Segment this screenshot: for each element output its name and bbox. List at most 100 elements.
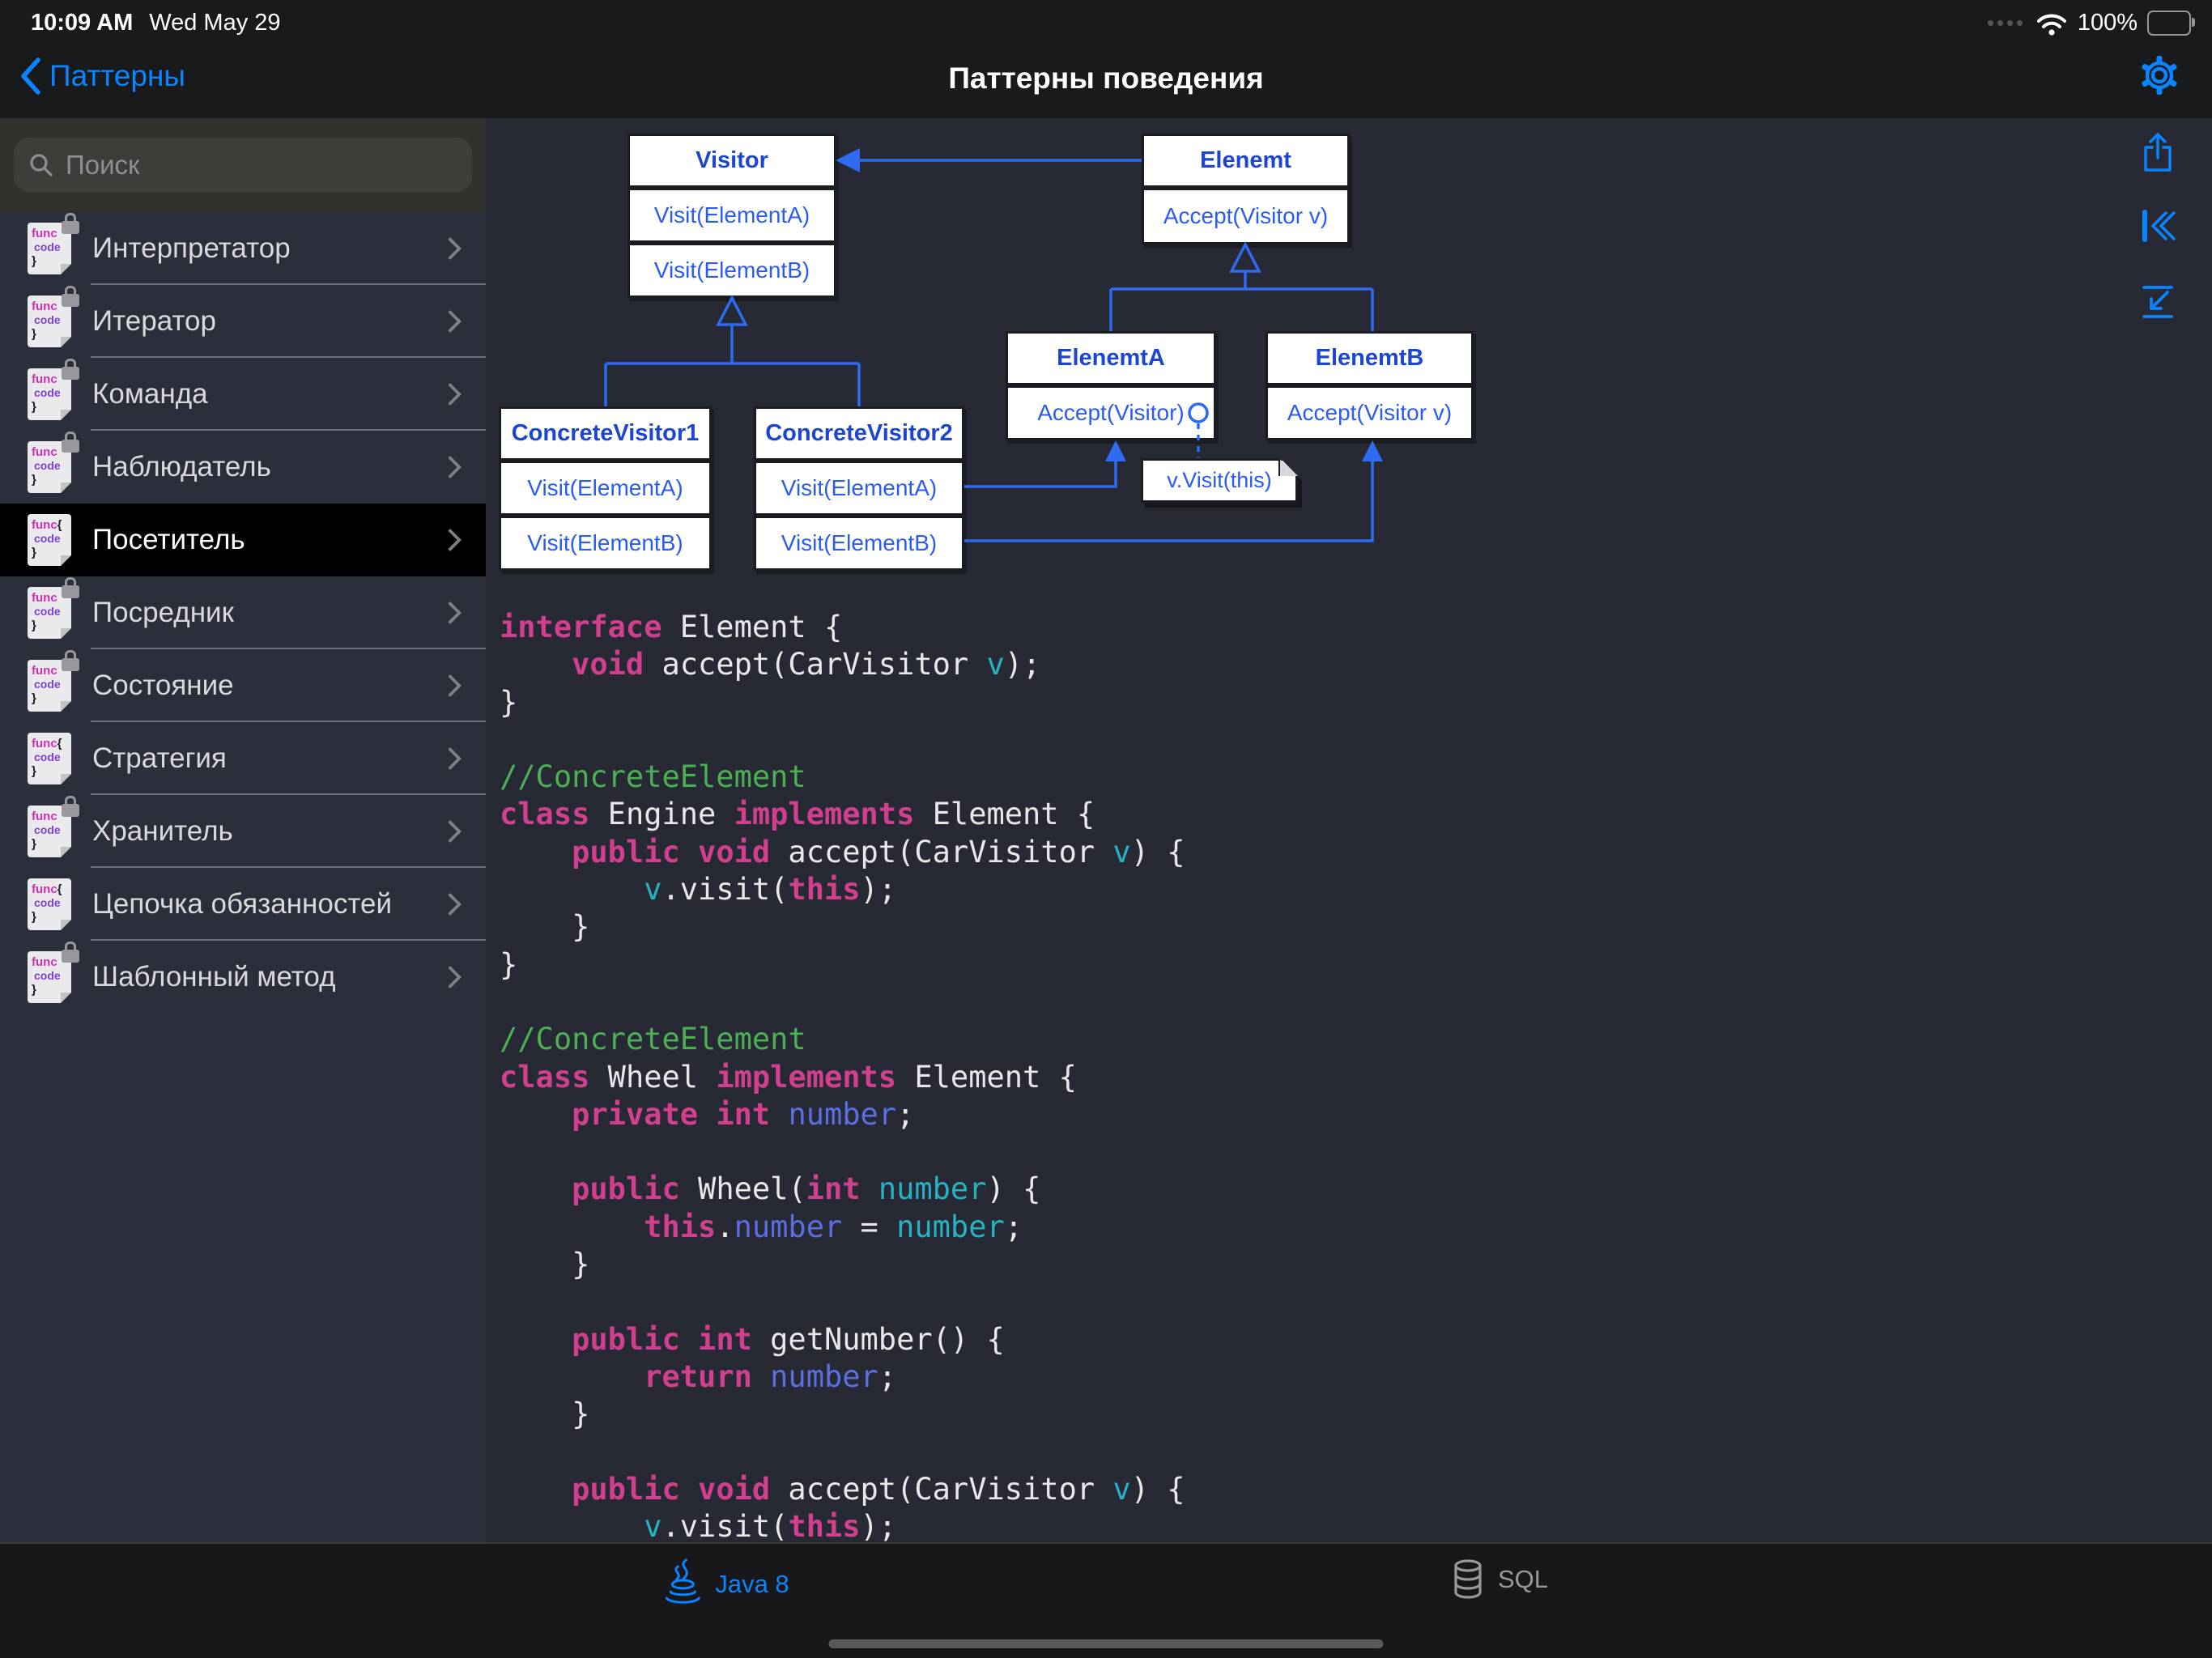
- lock-icon: [62, 650, 79, 671]
- uml-box-concretevisitor2: ConcreteVisitor2 Visit(ElementA) Visit(E…: [754, 406, 964, 571]
- search-icon: [30, 153, 53, 176]
- sidebar-item-7[interactable]: func code} Состояние: [0, 649, 486, 722]
- tab-java8[interactable]: Java 8: [663, 1558, 789, 1610]
- uml-box-method: Visit(ElementA): [499, 461, 712, 516]
- lock-icon: [62, 286, 79, 307]
- tab-label: Java 8: [715, 1570, 789, 1598]
- sidebar: Поиск func code} Интерпретатор func code} Ите…: [0, 118, 486, 1542]
- uml-box-method: Accept(Visitor v): [1142, 188, 1350, 244]
- battery-icon: [2147, 11, 2195, 36]
- back-button[interactable]: Паттерны: [19, 57, 185, 96]
- chevron-right-icon: [438, 746, 462, 771]
- sidebar-item-10[interactable]: func{code} Цепочка обязанностей: [0, 868, 486, 941]
- uml-box-title: Visitor: [627, 134, 836, 188]
- cellular-dots-icon: [1987, 20, 2023, 26]
- sql-database-icon: [1454, 1559, 1482, 1599]
- sidebar-item-label: Стратегия: [92, 742, 227, 774]
- sidebar-item-label: Состояние: [92, 670, 234, 701]
- uml-box-elementA: ElenemtA Accept(Visitor): [1006, 331, 1216, 440]
- sidebar-item-6[interactable]: func code} Посредник: [0, 576, 486, 649]
- skip-to-start-button[interactable]: [2139, 209, 2176, 248]
- uml-box-title: ConcreteVisitor2: [754, 406, 964, 461]
- uml-box-visitor: Visitor Visit(ElementA) Visit(ElementB): [627, 134, 836, 298]
- pattern-list: func code} Интерпретатор func code} Итератор f…: [0, 212, 486, 1014]
- status-time: 10:09 AM: [31, 10, 134, 36]
- uml-box-method: Visit(ElementB): [754, 516, 964, 571]
- lock-icon: [62, 796, 79, 817]
- pattern-doc-icon: func{code}: [28, 733, 71, 784]
- content-pane: Visitor Visit(ElementA) Visit(ElementB) …: [486, 118, 2212, 1542]
- tab-sql[interactable]: SQL: [1451, 1558, 1548, 1601]
- chevron-right-icon: [438, 601, 462, 625]
- tab-label: SQL: [1497, 1565, 1549, 1593]
- pattern-doc-icon: func code}: [28, 286, 79, 347]
- sidebar-item-label: Шаблонный метод: [92, 961, 336, 993]
- sidebar-item-label: Посетитель: [92, 524, 245, 555]
- sidebar-item-label: Интерпретатор: [92, 232, 291, 264]
- pattern-doc-icon: func code}: [28, 432, 79, 493]
- uml-box-method: Visit(ElementB): [627, 243, 836, 298]
- sidebar-item-8[interactable]: func{code} Стратегия: [0, 722, 486, 795]
- sidebar-item-label: Команда: [92, 378, 208, 410]
- lock-icon: [62, 942, 79, 963]
- back-chevron-icon: [21, 57, 40, 95]
- sidebar-item-label: Хранитель: [92, 815, 233, 847]
- page-title: Паттерны поведения: [948, 62, 1264, 95]
- uml-box-method: Accept(Visitor): [1006, 385, 1216, 440]
- status-right: 100%: [1987, 10, 2195, 36]
- uml-note: v.Visit(this): [1141, 458, 1298, 503]
- uml-box-method: Visit(ElementB): [499, 516, 712, 571]
- chevron-right-icon: [438, 528, 462, 552]
- share-button[interactable]: [2139, 131, 2176, 172]
- collapse-button[interactable]: [2139, 283, 2176, 322]
- skip-to-start-icon: [2142, 210, 2176, 242]
- code-block: interface Element { void accept(CarVisit…: [500, 610, 1185, 1542]
- share-icon: [2144, 133, 2172, 172]
- settings-button[interactable]: [2139, 55, 2180, 96]
- status-left: 10:09 AM Wed May 29: [31, 10, 281, 36]
- bottom-tab-bar: Java 8 SQL: [0, 1542, 2212, 1658]
- pattern-doc-icon: func code}: [28, 359, 79, 420]
- chevron-right-icon: [438, 965, 462, 989]
- uml-box-title: ConcreteVisitor1: [499, 406, 712, 461]
- sidebar-item-4[interactable]: func code} Наблюдатель: [0, 431, 486, 504]
- top-bar: 10:09 AM Wed May 29 100% Паттерны Паттер…: [0, 0, 2212, 118]
- sidebar-item-3[interactable]: func code} Команда: [0, 358, 486, 431]
- chevron-right-icon: [438, 382, 462, 406]
- pattern-doc-icon: func{code}: [28, 514, 71, 566]
- status-date: Wed May 29: [149, 10, 281, 36]
- lock-icon: [62, 213, 79, 234]
- uml-box-concretevisitor1: ConcreteVisitor1 Visit(ElementA) Visit(E…: [499, 406, 712, 571]
- search-input[interactable]: Поиск: [14, 138, 472, 192]
- sidebar-item-11[interactable]: func code} Шаблонный метод: [0, 941, 486, 1014]
- sidebar-item-9[interactable]: func code} Хранитель: [0, 795, 486, 868]
- chevron-right-icon: [438, 892, 462, 916]
- uml-box-elementB: ElenemtB Accept(Visitor v): [1266, 331, 1474, 440]
- sidebar-item-label: Итератор: [92, 305, 216, 337]
- collapse-down-left-icon: [2142, 286, 2173, 318]
- sidebar-item-2[interactable]: func code} Итератор: [0, 285, 486, 358]
- search-header: Поиск: [0, 118, 486, 212]
- search-placeholder: Поиск: [66, 149, 140, 180]
- lock-icon: [62, 432, 79, 453]
- chevron-right-icon: [438, 674, 462, 698]
- pattern-doc-icon: func code}: [28, 650, 79, 712]
- sidebar-item-label: Цепочка обязанностей: [92, 888, 392, 920]
- sidebar-item-label: Посредник: [92, 597, 234, 628]
- app-window: 10:09 AM Wed May 29 100% Паттерны Паттер…: [0, 0, 2212, 1658]
- chevron-right-icon: [438, 236, 462, 261]
- chevron-right-icon: [438, 819, 462, 844]
- battery-percent: 100%: [2077, 10, 2138, 36]
- uml-note-text: v.Visit(this): [1141, 458, 1298, 503]
- uml-box-title: ElenemtB: [1266, 331, 1474, 385]
- pattern-doc-icon: func code}: [28, 942, 79, 1003]
- wifi-icon: [2036, 14, 2066, 36]
- home-indicator[interactable]: [828, 1639, 1384, 1648]
- sidebar-item-1[interactable]: func code} Интерпретатор: [0, 212, 486, 285]
- lock-icon: [62, 359, 79, 380]
- uml-box-title: Elenemt: [1142, 134, 1350, 188]
- pattern-doc-icon: func{code}: [28, 878, 71, 930]
- sidebar-item-label: Наблюдатель: [92, 451, 271, 483]
- sidebar-item-5[interactable]: func{code} Посетитель: [0, 504, 486, 576]
- uml-box-title: ElenemtA: [1006, 331, 1216, 385]
